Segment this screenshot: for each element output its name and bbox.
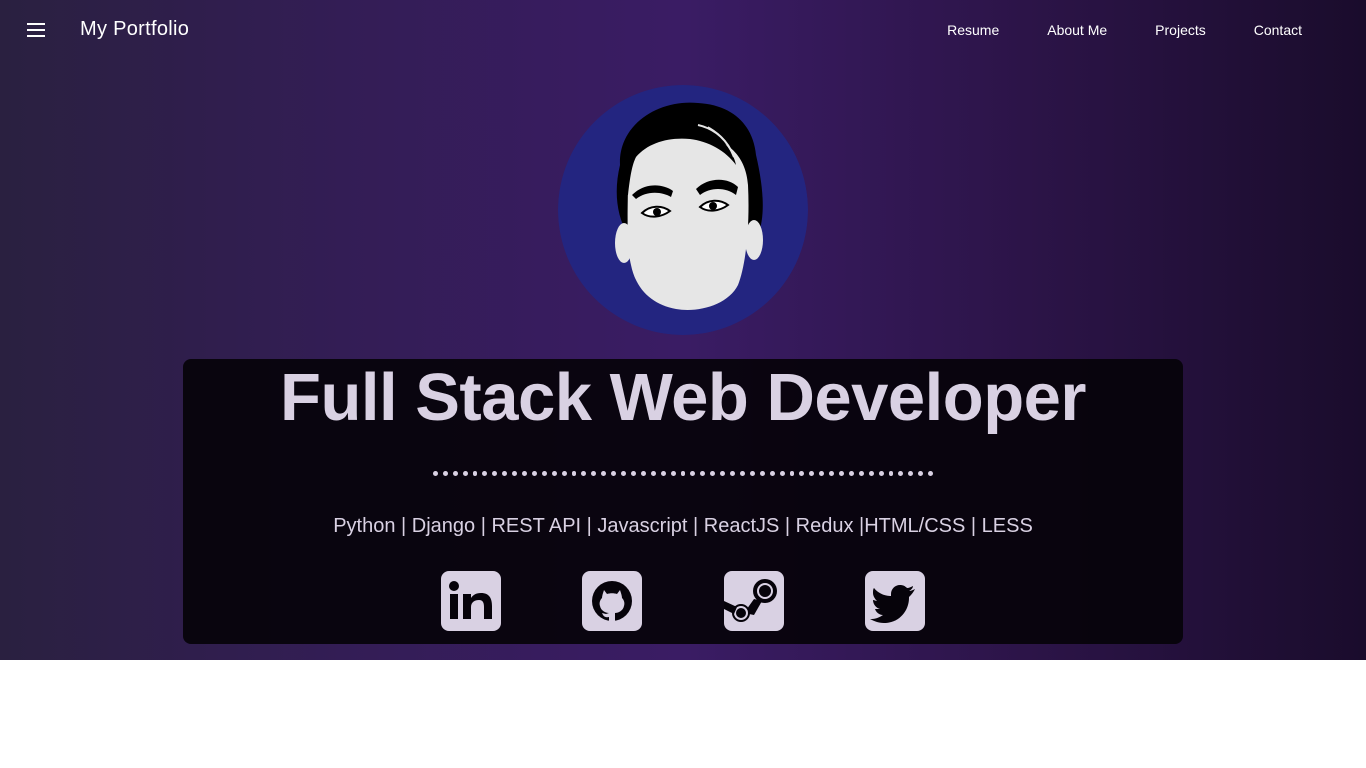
dotted-divider xyxy=(432,471,934,479)
brand-link[interactable]: My Portfolio xyxy=(80,18,189,41)
hero-section: My Portfolio Resume About Me Projects Co… xyxy=(0,0,1366,660)
nav-link-resume[interactable]: Resume xyxy=(923,20,1023,40)
avatar xyxy=(558,85,808,335)
nav-link-contact[interactable]: Contact xyxy=(1230,20,1326,40)
page-title: Full Stack Web Developer xyxy=(280,360,1086,435)
linkedin-icon[interactable] xyxy=(441,571,501,631)
steam-icon[interactable] xyxy=(724,571,784,631)
github-icon[interactable] xyxy=(582,571,642,631)
hamburger-menu-icon[interactable] xyxy=(22,18,50,42)
skills-list: Python | Django | REST API | Javascript … xyxy=(333,515,1033,537)
intro-panel: Full Stack Web Developer Python | Django… xyxy=(183,359,1183,644)
social-links xyxy=(183,571,1183,631)
nav-links: Resume About Me Projects Contact xyxy=(923,20,1326,40)
portrait-avatar-illustration xyxy=(558,85,808,335)
top-navbar: My Portfolio Resume About Me Projects Co… xyxy=(0,0,1366,60)
nav-link-projects[interactable]: Projects xyxy=(1131,20,1230,40)
nav-link-about-me[interactable]: About Me xyxy=(1023,20,1131,40)
twitter-icon[interactable] xyxy=(865,571,925,631)
